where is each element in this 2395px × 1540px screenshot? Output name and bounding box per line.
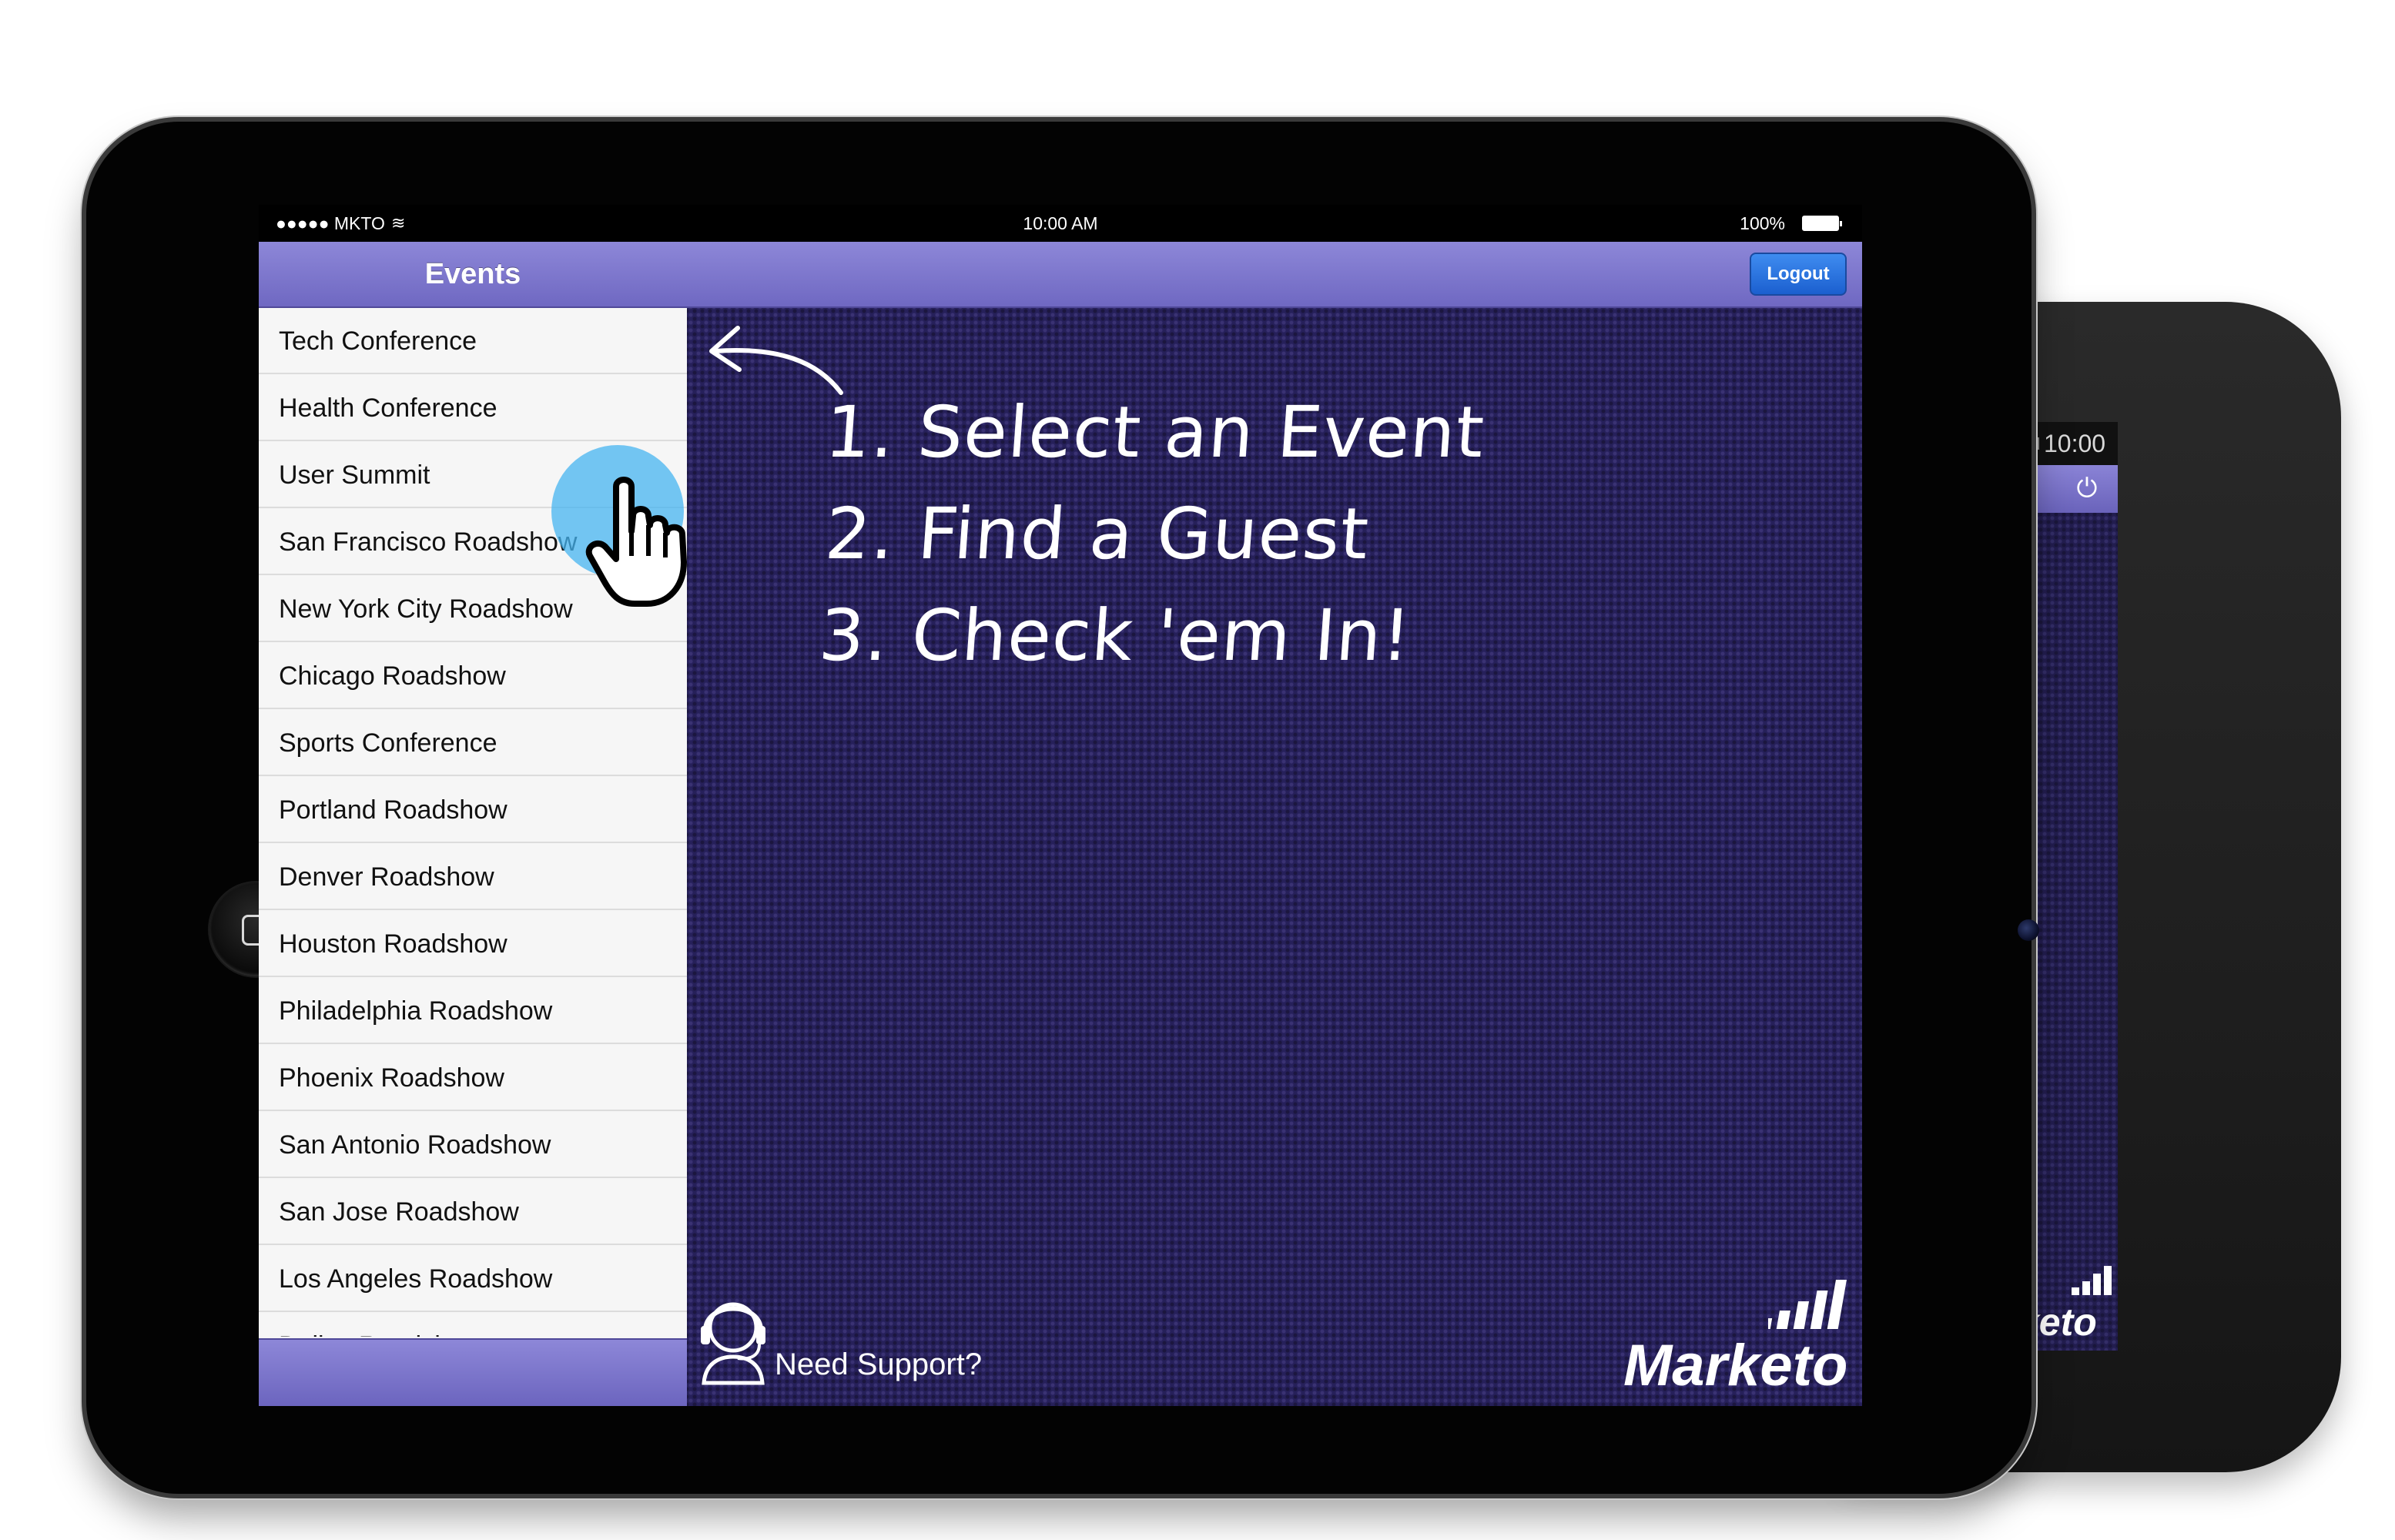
- battery-percent: 100%: [1740, 213, 1785, 233]
- event-label: Chicago Roadshow: [279, 661, 506, 691]
- event-item-los-angeles-roadshow[interactable]: Los Angeles Roadshow: [259, 1246, 687, 1312]
- event-label: San Jose Roadshow: [279, 1197, 519, 1227]
- event-item-sports-conference[interactable]: Sports Conference: [259, 710, 687, 776]
- instruction-step-2: 2. Find a Guest: [822, 493, 1372, 575]
- event-label: Denver Roadshow: [279, 862, 494, 892]
- event-label: San Francisco Roadshow: [279, 527, 578, 557]
- instruction-step-3: 3. Check 'em In!: [816, 594, 1415, 677]
- battery-stub-icon: [2032, 437, 2039, 450]
- event-label: Dallas Roadshow: [279, 1313, 483, 1337]
- event-item-philadelphia-roadshow[interactable]: Philadelphia Roadshow: [259, 978, 687, 1044]
- event-item-denver-roadshow[interactable]: Denver Roadshow: [259, 844, 687, 910]
- secondary-brand-logo: keto: [2018, 1266, 2112, 1343]
- marketo-bars-icon: [1768, 1280, 1847, 1329]
- instruction-step-1: 1. Select an Event: [822, 391, 1488, 474]
- event-item-portland-roadshow[interactable]: Portland Roadshow: [259, 777, 687, 843]
- status-bar: ●●●●● MKTO ≋ 10:00 AM 100%: [259, 205, 1862, 242]
- event-label: Los Angeles Roadshow: [279, 1264, 553, 1294]
- secondary-clock: 10:00: [2044, 430, 2106, 457]
- battery-icon: [1802, 216, 1842, 231]
- event-label: Philadelphia Roadshow: [279, 996, 553, 1026]
- event-label: Phoenix Roadshow: [279, 1063, 504, 1093]
- event-item-san-antonio-roadshow[interactable]: San Antonio Roadshow: [259, 1112, 687, 1178]
- event-item-houston-roadshow[interactable]: Houston Roadshow: [259, 911, 687, 977]
- event-item-dallas-roadshow[interactable]: Dallas Roadshow: [259, 1313, 687, 1337]
- power-icon[interactable]: ⏻: [2072, 473, 2102, 504]
- event-item-chicago-roadshow[interactable]: Chicago Roadshow: [259, 643, 687, 709]
- event-item-phoenix-roadshow[interactable]: Phoenix Roadshow: [259, 1045, 687, 1111]
- marketo-logo-text: Marketo: [1623, 1333, 1848, 1398]
- events-sidebar: Events Tech Conference Health Conference…: [259, 242, 687, 1406]
- status-clock: 10:00 AM: [1023, 213, 1098, 233]
- event-item-tech-conference[interactable]: Tech Conference: [259, 308, 687, 374]
- sidebar-footer: [259, 1338, 687, 1406]
- event-label: User Summit: [279, 460, 430, 490]
- need-support-link[interactable]: Need Support?: [775, 1348, 982, 1382]
- event-item-health-conference[interactable]: Health Conference: [259, 375, 687, 441]
- event-label: San Antonio Roadshow: [279, 1130, 551, 1160]
- event-item-san-jose-roadshow[interactable]: San Jose Roadshow: [259, 1179, 687, 1245]
- tablet-screen: ●●●●● MKTO ≋ 10:00 AM 100% Events Tech C…: [259, 205, 1862, 1406]
- sidebar-header: Events: [259, 242, 687, 308]
- event-label: Houston Roadshow: [279, 929, 507, 959]
- event-label: Portland Roadshow: [279, 795, 507, 825]
- sidebar-title: Events: [424, 258, 521, 290]
- event-label: Health Conference: [279, 393, 497, 423]
- main-header: Logout: [687, 242, 1862, 308]
- event-label: Sports Conference: [279, 728, 497, 758]
- event-label: New York City Roadshow: [279, 594, 573, 624]
- event-label: Tech Conference: [279, 326, 477, 356]
- logout-button[interactable]: Logout: [1750, 253, 1847, 296]
- camera-icon: [2018, 919, 2039, 941]
- headset-support-icon[interactable]: [695, 1287, 772, 1386]
- arrow-left-icon: [709, 326, 843, 395]
- main-panel: Logout 1. Select an Event 2. Find a Gues…: [687, 242, 1862, 1406]
